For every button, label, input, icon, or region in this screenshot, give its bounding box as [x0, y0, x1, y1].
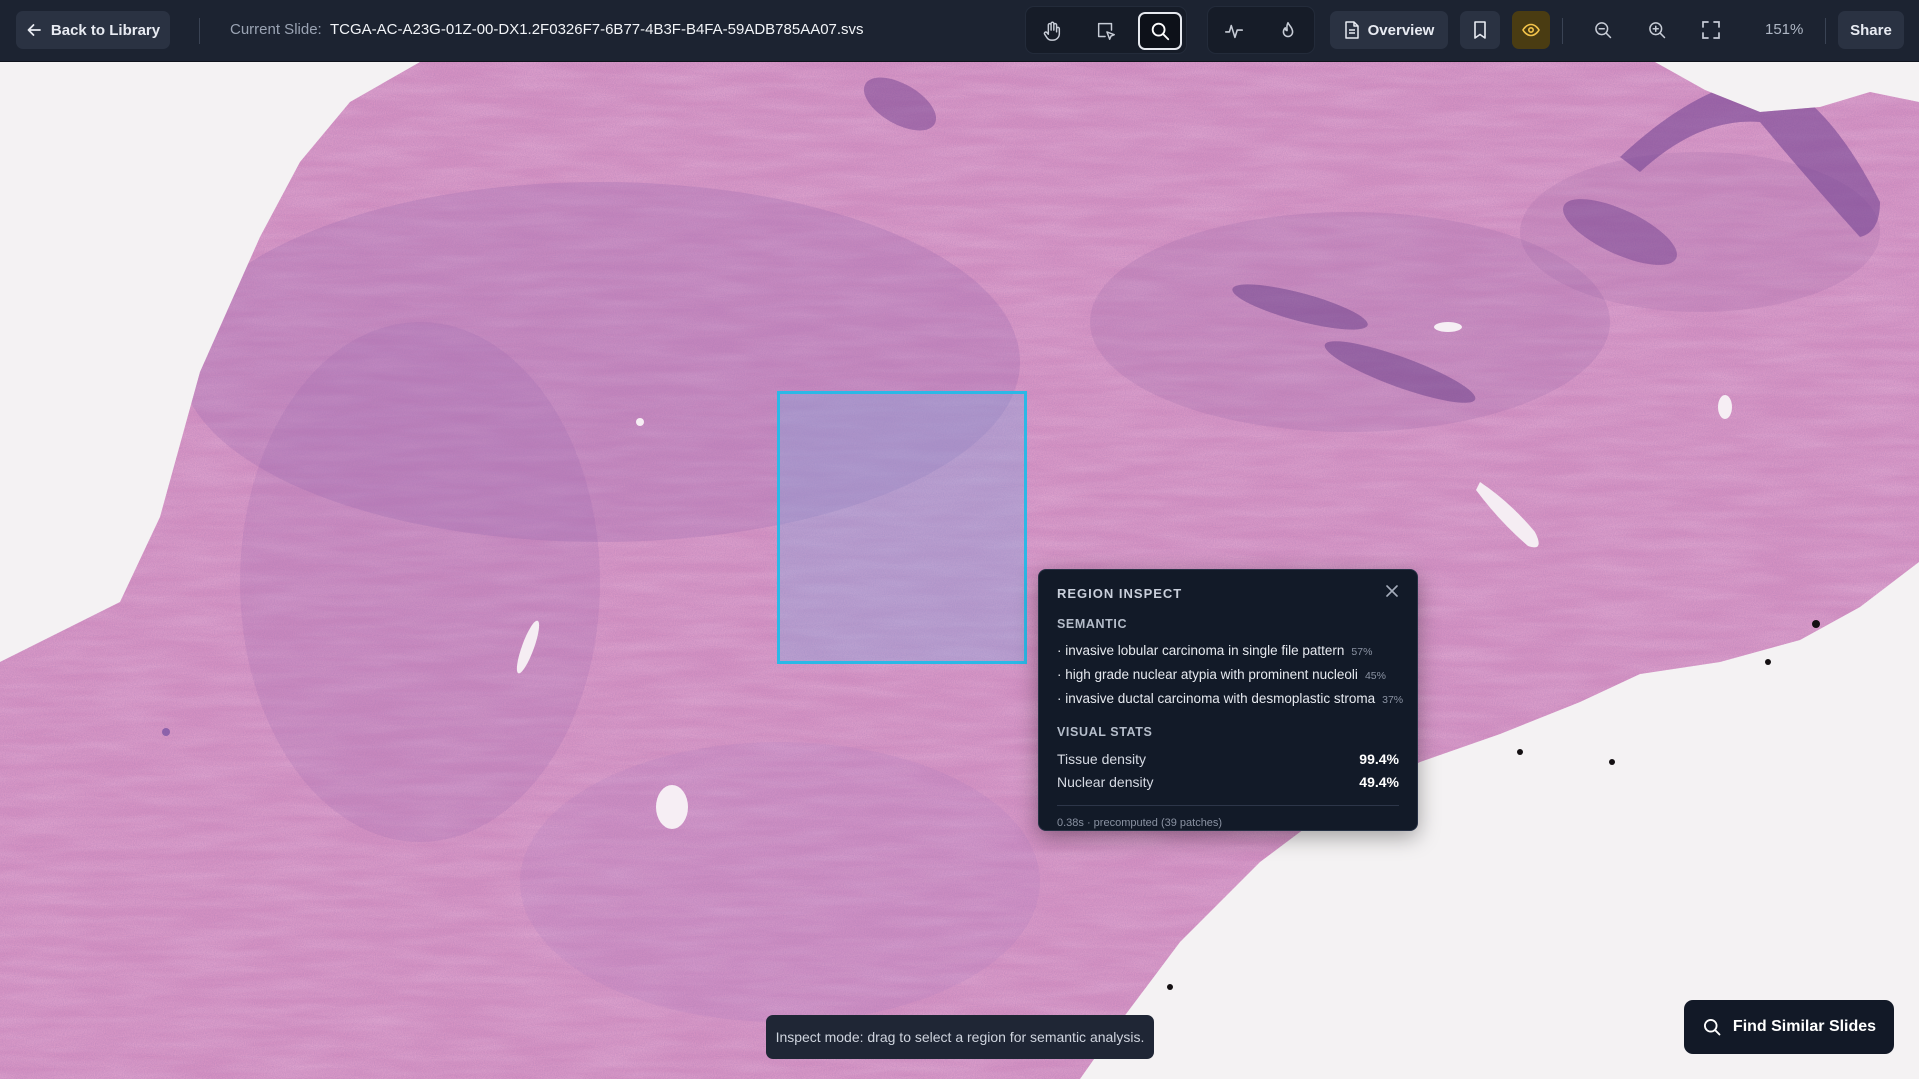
semantic-item-label: · invasive ductal carcinoma with desmopl… — [1057, 691, 1376, 706]
stat-label: Tissue density — [1057, 751, 1146, 767]
semantic-list: · invasive lobular carcinoma in single f… — [1057, 643, 1403, 715]
divider — [1825, 18, 1826, 44]
back-to-library-button[interactable]: Back to Library — [16, 11, 170, 49]
stat-value: 99.4% — [1359, 751, 1399, 767]
stat-row: Nuclear density 49.4% — [1057, 774, 1399, 797]
search-icon — [1702, 1017, 1722, 1037]
annotate-tool-button[interactable] — [1212, 12, 1256, 50]
cursor-select-icon — [1095, 20, 1117, 42]
overview-label: Overview — [1367, 21, 1435, 39]
semantic-item-score: 37% — [1382, 694, 1404, 706]
visual-stats-section-title: VISUAL STATS — [1057, 725, 1153, 739]
heatmap-tool-button[interactable] — [1266, 12, 1310, 50]
semantic-item-score: 45% — [1364, 670, 1386, 682]
zoom-in-button[interactable] — [1636, 11, 1678, 49]
current-slide-name: TCGA-AC-A23G-01Z-00-DX1.2F0326F7-6B77-4B… — [330, 21, 864, 38]
bookmark-button[interactable] — [1460, 11, 1500, 49]
arrow-left-icon — [26, 22, 42, 38]
slide-viewer[interactable]: REGION INSPECT SEMANTIC · invasive lobul… — [0, 62, 1919, 1079]
search-icon — [1149, 20, 1171, 42]
find-similar-slides-button[interactable]: Find Similar Slides — [1684, 1000, 1894, 1054]
zoom-in-icon — [1647, 20, 1667, 40]
bookmark-icon — [1472, 21, 1488, 39]
divider — [1562, 18, 1563, 44]
divider — [199, 18, 200, 44]
back-to-library-label: Back to Library — [50, 21, 161, 39]
timing-footnote: 0.38s · precomputed (39 patches) — [1057, 817, 1223, 829]
zoom-out-icon — [1593, 20, 1613, 40]
divider — [1057, 805, 1399, 806]
visual-stats: Tissue density 99.4% Nuclear density 49.… — [1057, 751, 1399, 797]
semantic-section-title: SEMANTIC — [1057, 617, 1128, 631]
flame-icon — [1277, 20, 1299, 42]
find-similar-label: Find Similar Slides — [1732, 1018, 1877, 1035]
hand-icon — [1041, 20, 1063, 42]
stat-row: Tissue density 99.4% — [1057, 751, 1399, 774]
activity-icon — [1223, 20, 1245, 42]
semantic-item-label: · high grade nuclear atypia with promine… — [1057, 667, 1358, 682]
current-slide-label: Current Slide: — [230, 21, 322, 38]
document-icon — [1344, 21, 1360, 39]
overview-button[interactable]: Overview — [1330, 11, 1448, 49]
select-tool-button[interactable] — [1084, 12, 1128, 50]
inspect-selection-region[interactable] — [777, 391, 1027, 664]
stat-value: 49.4% — [1359, 774, 1399, 790]
inspect-mode-toast: Inspect mode: drag to select a region fo… — [766, 1015, 1154, 1059]
toast-text: Inspect mode: drag to select a region fo… — [775, 1029, 1145, 1045]
stat-label: Nuclear density — [1057, 774, 1154, 790]
panel-title: REGION INSPECT — [1057, 586, 1183, 601]
semantic-item: · invasive ductal carcinoma with desmopl… — [1057, 691, 1403, 715]
zoom-level: 151% — [1765, 21, 1804, 38]
toolbar: Back to Library Current Slide: TCGA-AC-A… — [0, 0, 1919, 62]
inspect-tool-button[interactable] — [1138, 12, 1182, 50]
eye-icon — [1522, 23, 1540, 37]
navigation-tool-group — [1025, 6, 1187, 54]
fullscreen-icon — [1702, 21, 1720, 39]
semantic-item-score: 57% — [1351, 646, 1373, 658]
share-label: Share — [1850, 21, 1892, 39]
analysis-tool-group — [1207, 6, 1315, 54]
visibility-toggle-button[interactable] — [1512, 11, 1550, 49]
semantic-item: · high grade nuclear atypia with promine… — [1057, 667, 1399, 691]
zoom-out-button[interactable] — [1582, 11, 1624, 49]
share-button[interactable]: Share — [1838, 11, 1904, 49]
semantic-item-label: · invasive lobular carcinoma in single f… — [1057, 643, 1345, 658]
close-icon[interactable] — [1385, 584, 1401, 600]
region-inspect-panel: REGION INSPECT SEMANTIC · invasive lobul… — [1038, 569, 1418, 831]
pan-tool-button[interactable] — [1030, 12, 1074, 50]
fullscreen-button[interactable] — [1690, 11, 1732, 49]
semantic-item: · invasive lobular carcinoma in single f… — [1057, 643, 1399, 667]
